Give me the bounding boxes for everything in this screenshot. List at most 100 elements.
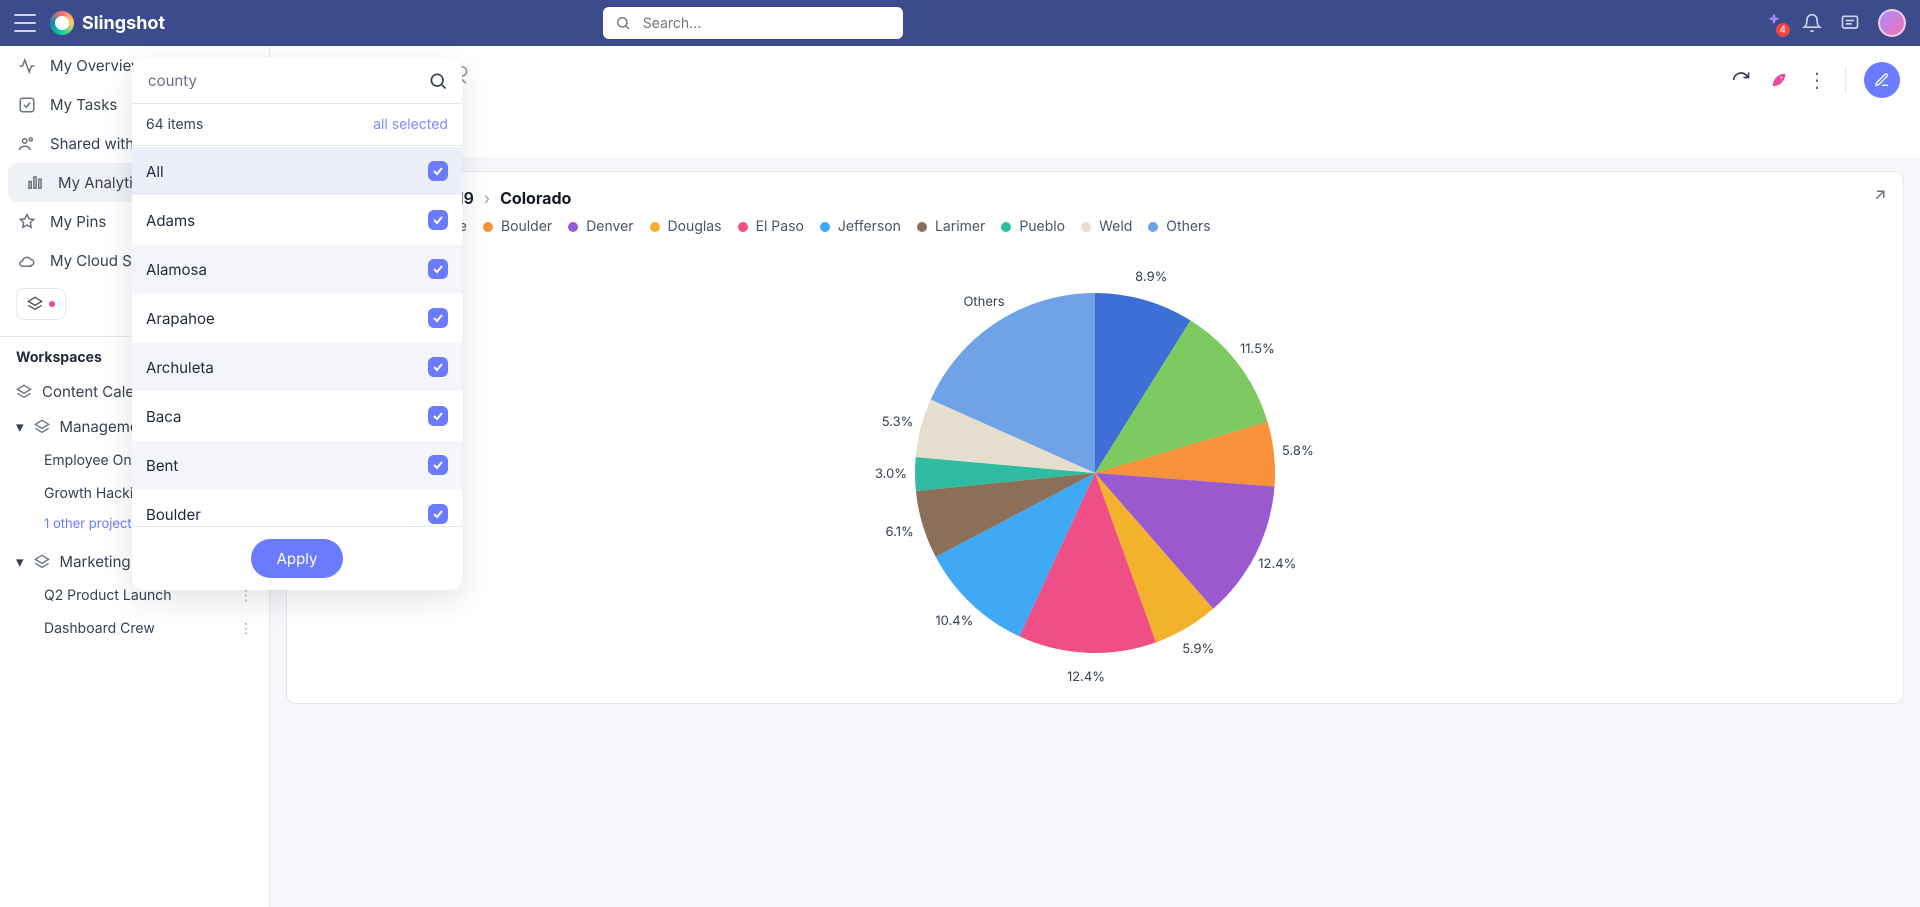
topbar: Slingshot 4 <box>0 0 1920 46</box>
pie-chart: 8.9%11.5%5.8%12.4%5.9%12.4%10.4%6.1%3.0%… <box>875 243 1315 683</box>
rocket-icon[interactable] <box>1769 70 1789 90</box>
users-icon <box>16 135 38 153</box>
dropdown-item-label: Baca <box>146 407 181 426</box>
legend-item[interactable]: Denver <box>568 218 633 235</box>
legend-item[interactable]: Douglas <box>650 218 722 235</box>
page-header: US Population ⋮ <box>270 46 1920 108</box>
edit-button[interactable] <box>1864 62 1900 98</box>
legend-label: Larimer <box>935 218 985 235</box>
page-actions: ⋮ <box>1731 62 1900 98</box>
dropdown-item-label: Adams <box>146 211 195 230</box>
sidebar-label: My Overview <box>50 56 143 75</box>
dropdown-count: 64 items <box>146 116 203 133</box>
pie-label: 12.4% <box>1258 556 1296 572</box>
search-icon <box>613 13 633 33</box>
pie-label: 5.9% <box>1182 641 1214 657</box>
global-search[interactable] <box>603 7 903 39</box>
checkbox-checked-icon[interactable] <box>428 357 448 377</box>
layers-icon <box>34 554 50 570</box>
chart-card: Population 2010-2019 › Colorado AdamsAra… <box>286 171 1904 704</box>
legend-item[interactable]: Jefferson <box>820 218 901 235</box>
checkbox-checked-icon[interactable] <box>428 161 448 181</box>
chat-icon[interactable] <box>1840 13 1860 33</box>
legend-item[interactable]: Pueblo <box>1001 218 1065 235</box>
dropdown-item-label: Bent <box>146 456 178 475</box>
checkbox-checked-icon[interactable] <box>428 259 448 279</box>
checkbox-checked-icon[interactable] <box>428 504 448 524</box>
legend-label: Others <box>1166 218 1210 235</box>
checkbox-checked-icon[interactable] <box>428 210 448 230</box>
legend-item[interactable]: Boulder <box>483 218 552 235</box>
legend-item[interactable]: Others <box>1148 218 1210 235</box>
pulse-icon <box>16 57 38 75</box>
brand-logo <box>50 11 74 35</box>
legend-swatch <box>820 222 830 232</box>
layers-icon <box>16 384 32 400</box>
dropdown-item[interactable]: Alamosa <box>132 244 462 293</box>
kebab-icon[interactable]: ⋮ <box>239 620 253 637</box>
search-input[interactable] <box>641 14 893 33</box>
avatar[interactable] <box>1878 9 1906 37</box>
dropdown-item-label: Archuleta <box>146 358 214 377</box>
pie-label: Others <box>963 294 1004 310</box>
sidebar-label: My Tasks <box>50 95 117 114</box>
chart-legend: AdamsArapahoeBoulderDenverDouglasEl Paso… <box>305 218 1885 235</box>
dropdown-item[interactable]: Arapahoe <box>132 293 462 342</box>
pie-label: 11.5% <box>1240 341 1275 357</box>
ws-label: Marketing <box>60 552 131 571</box>
checkbox-checked-icon[interactable] <box>428 406 448 426</box>
bell-icon[interactable] <box>1802 13 1822 33</box>
main: US Population ⋮ county: All ⌄ <box>270 46 1920 907</box>
dropdown-search-input[interactable] <box>146 70 418 91</box>
dropdown-list: All Adams Alamosa Arapahoe Archuleta Baca Bent… <box>132 146 462 526</box>
dropdown-item[interactable]: Archuleta <box>132 342 462 391</box>
legend-item[interactable]: Larimer <box>917 218 985 235</box>
refresh-icon[interactable] <box>1731 70 1751 90</box>
dropdown-item[interactable]: Boulder <box>132 489 462 526</box>
legend-swatch <box>1148 222 1158 232</box>
brand: Slingshot <box>50 11 165 35</box>
legend-label: Pueblo <box>1019 218 1065 235</box>
sidebar-label: My Pins <box>50 212 106 231</box>
county-dropdown[interactable]: 64 items all selected All Adams Alamosa Ara… <box>132 58 462 590</box>
open-external-icon[interactable] <box>1871 186 1889 204</box>
dropdown-item[interactable]: Bent <box>132 440 462 489</box>
dropdown-item-label: Boulder <box>146 505 201 524</box>
legend-swatch <box>568 222 578 232</box>
checkbox-checked-icon[interactable] <box>428 455 448 475</box>
layers-chip[interactable] <box>16 288 66 320</box>
dropdown-item-label: All <box>146 162 164 181</box>
pie-label: 3.0% <box>875 466 907 482</box>
kebab-icon[interactable]: ⋮ <box>1807 68 1827 92</box>
cloud-icon <box>16 252 38 270</box>
layers-icon <box>34 419 50 435</box>
apply-button[interactable]: Apply <box>251 539 344 578</box>
ws-sub-dashboardcrew[interactable]: Dashboard Crew⋮ <box>0 612 269 645</box>
dropdown-search <box>132 58 462 104</box>
breadcrumb: Population 2010-2019 › Colorado <box>305 188 1885 208</box>
legend-label: Denver <box>586 218 633 235</box>
dropdown-item-label: Arapahoe <box>146 309 215 328</box>
dropdown-item[interactable]: Adams <box>132 195 462 244</box>
chevron-down-icon: ▾ <box>16 552 24 571</box>
legend-item[interactable]: El Paso <box>738 218 804 235</box>
pie-label: 6.1% <box>885 524 913 540</box>
checkbox-checked-icon[interactable] <box>428 308 448 328</box>
breadcrumb-leaf: Colorado <box>500 188 571 208</box>
dropdown-item[interactable]: Baca <box>132 391 462 440</box>
pie-label: 8.9% <box>1135 269 1167 285</box>
chip-indicator <box>49 301 55 307</box>
checkbox-icon <box>16 96 38 114</box>
legend-label: Douglas <box>668 218 722 235</box>
menu-toggle[interactable] <box>14 14 36 32</box>
legend-label: El Paso <box>756 218 804 235</box>
dropdown-selected-toggle[interactable]: all selected <box>373 116 448 133</box>
chart-icon <box>24 174 46 192</box>
pin-icon <box>16 213 38 231</box>
sparkle-icon[interactable]: 4 <box>1764 13 1784 33</box>
search-icon <box>428 71 448 91</box>
topbar-actions: 4 <box>1764 9 1906 37</box>
dropdown-item[interactable]: All <box>132 146 462 195</box>
dropdown-meta: 64 items all selected <box>132 104 462 146</box>
legend-item[interactable]: Weld <box>1081 218 1132 235</box>
